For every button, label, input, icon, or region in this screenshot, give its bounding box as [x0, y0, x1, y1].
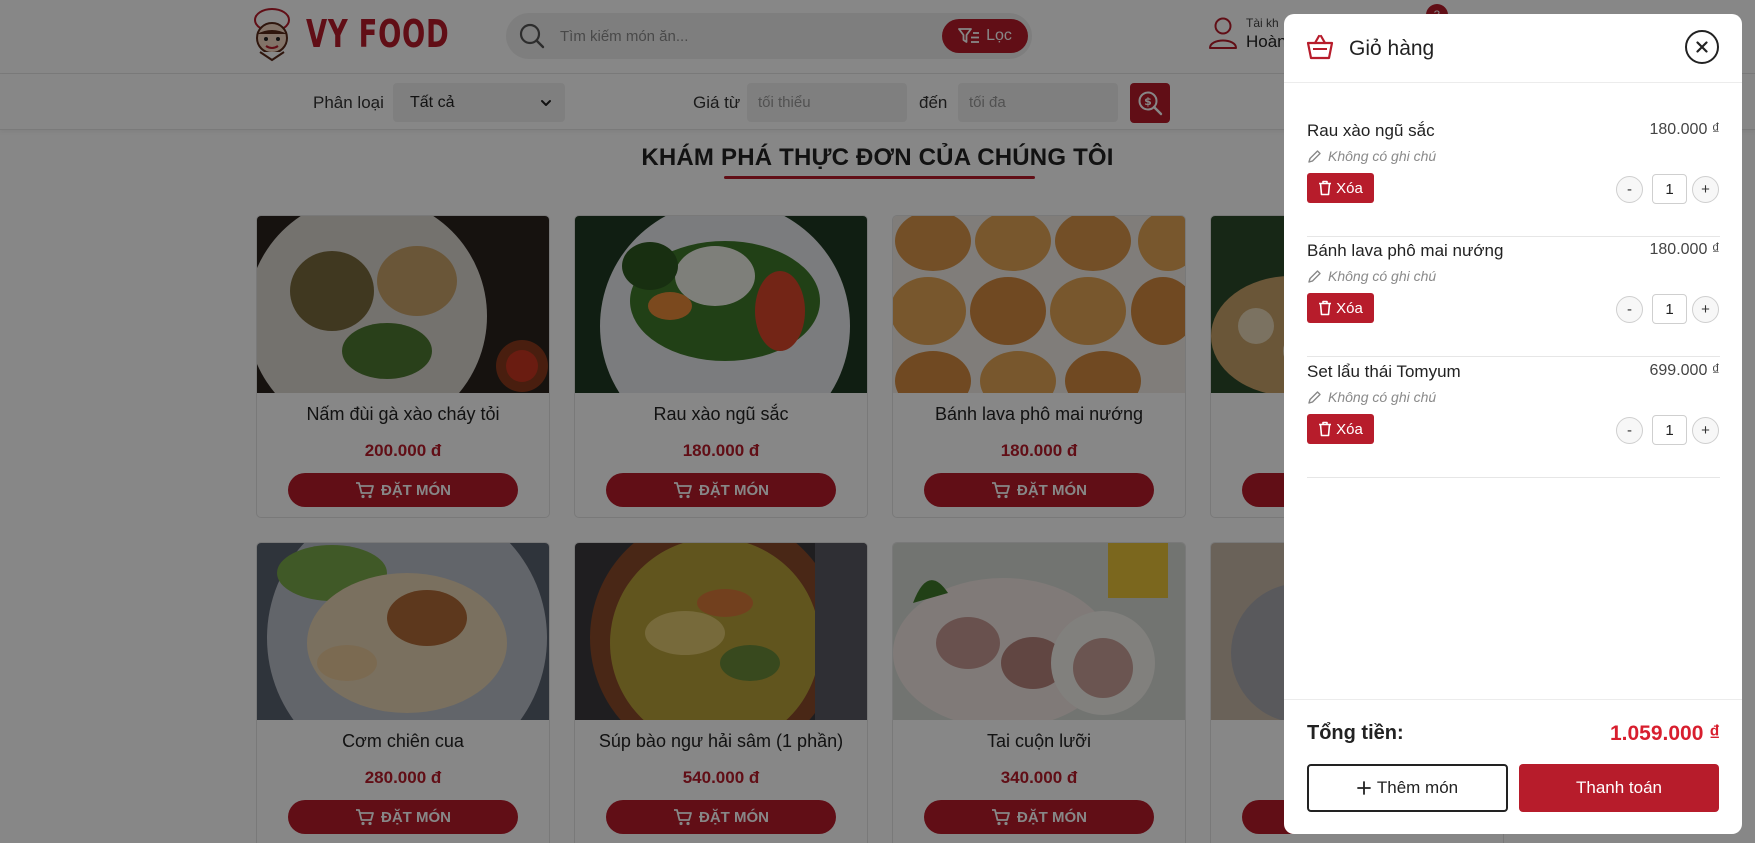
trash-icon [1319, 300, 1332, 316]
cart-item-price: 180.000 ₫ [1649, 121, 1721, 138]
decrease-qty-button[interactable]: - [1616, 176, 1643, 203]
decrease-qty-button[interactable]: - [1616, 417, 1643, 444]
decrease-qty-button[interactable]: - [1616, 296, 1643, 323]
note-text: Không có ghi chú [1328, 389, 1437, 405]
basket-icon [1306, 34, 1334, 60]
checkout-button[interactable]: Thanh toán [1519, 764, 1719, 812]
quantity-input[interactable] [1652, 294, 1687, 324]
add-more-label: Thêm món [1376, 778, 1459, 797]
delete-label: Xóa [1336, 179, 1363, 197]
cart-panel: Giỏ hàng Rau xào ngũ sắc 180.000 ₫ Không… [1284, 14, 1742, 834]
quantity-input[interactable] [1652, 415, 1687, 445]
cart-item-note[interactable]: Không có ghi chú [1307, 389, 1436, 405]
cart-item-name: Set lẩu thái Tomyum [1307, 362, 1461, 381]
cart-item-note[interactable]: Không có ghi chú [1307, 268, 1436, 284]
pencil-icon [1308, 149, 1321, 163]
cart-item-note[interactable]: Không có ghi chú [1307, 148, 1436, 164]
quantity-input[interactable] [1652, 174, 1687, 204]
cart-item: Set lẩu thái Tomyum 699.000 ₫ Không có g… [1307, 358, 1720, 478]
total-label: Tổng tiền: [1307, 722, 1404, 744]
plus-icon [1356, 781, 1371, 795]
delete-label: Xóa [1336, 299, 1363, 317]
cart-item: Rau xào ngũ sắc 180.000 ₫ Không có ghi c… [1307, 117, 1720, 237]
cart-footer: Tổng tiền: 1.059.000 ₫ Thêm món Thanh to… [1284, 699, 1742, 834]
delete-label: Xóa [1336, 420, 1363, 438]
increase-qty-button[interactable]: + [1692, 417, 1719, 444]
total-value: 1.059.000 ₫ [1609, 722, 1720, 745]
note-text: Không có ghi chú [1328, 268, 1437, 284]
increase-qty-button[interactable]: + [1692, 176, 1719, 203]
close-icon [1696, 41, 1708, 53]
delete-button[interactable]: Xóa [1307, 293, 1374, 323]
trash-icon [1319, 421, 1332, 437]
cart-item: Bánh lava phô mai nướng 180.000 ₫ Không … [1307, 237, 1720, 357]
increase-qty-button[interactable]: + [1692, 296, 1719, 323]
cart-title: Giỏ hàng [1349, 37, 1435, 60]
delete-button[interactable]: Xóa [1307, 173, 1374, 203]
close-button[interactable] [1685, 30, 1719, 64]
add-more-button[interactable]: Thêm món [1307, 764, 1508, 812]
cart-header: Giỏ hàng [1284, 14, 1742, 83]
delete-button[interactable]: Xóa [1307, 414, 1374, 444]
cart-item-price: 699.000 ₫ [1649, 362, 1721, 379]
pencil-icon [1308, 390, 1321, 404]
pencil-icon [1308, 269, 1321, 283]
note-text: Không có ghi chú [1328, 148, 1437, 164]
trash-icon [1319, 180, 1332, 196]
cart-item-name: Bánh lava phô mai nướng [1307, 241, 1504, 260]
cart-item-price: 180.000 ₫ [1649, 241, 1721, 258]
cart-item-name: Rau xào ngũ sắc [1307, 121, 1435, 140]
